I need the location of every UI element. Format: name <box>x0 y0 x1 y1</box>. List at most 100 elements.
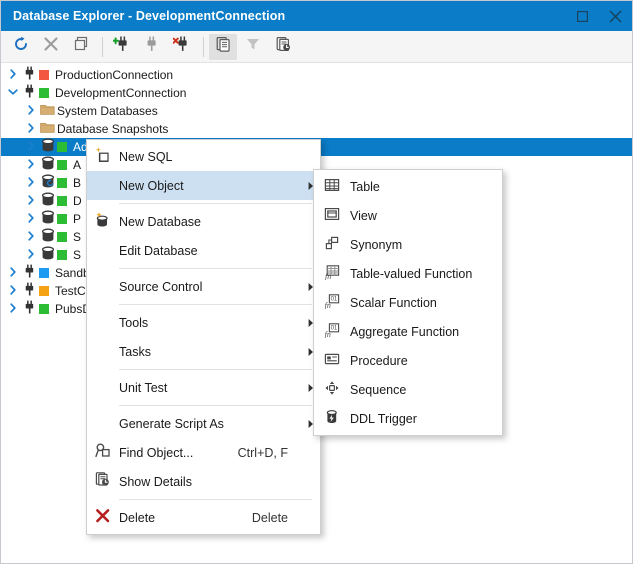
context-menu-item-label: New Database <box>119 214 201 229</box>
submenu-item[interactable]: Sequence <box>314 375 502 404</box>
database-icon <box>41 228 55 246</box>
svg-text:fn: fn <box>325 272 331 280</box>
table-icon <box>324 177 340 196</box>
plug-add-icon <box>112 35 131 58</box>
chevron-right-icon <box>26 176 36 190</box>
tree-item[interactable]: System Databases <box>1 102 632 120</box>
tree-item[interactable]: Database Snapshots <box>1 120 632 138</box>
show-details-icon <box>94 471 112 492</box>
submenu-item[interactable]: View <box>314 201 502 230</box>
disconnect-button[interactable] <box>138 34 166 60</box>
plug-icon <box>21 84 38 102</box>
tree-expander[interactable] <box>5 300 21 318</box>
close-icon <box>609 9 622 23</box>
aggregate-function-icon: 01 fn <box>324 322 340 341</box>
context-menu-item-label: Find Object... <box>119 445 194 460</box>
tree-expander[interactable] <box>5 66 21 84</box>
database-icon <box>41 138 55 156</box>
context-menu-item[interactable]: Source Control <box>87 272 320 301</box>
menu-icon-slot <box>87 373 119 402</box>
context-menu-item-label: Tasks <box>119 344 151 359</box>
tree-expander[interactable] <box>23 120 39 138</box>
tree-expander[interactable] <box>5 282 21 300</box>
status-indicator <box>57 232 67 242</box>
status-indicator <box>39 70 49 80</box>
filter-button[interactable] <box>239 34 267 60</box>
refresh-button[interactable] <box>7 34 35 60</box>
submenu-item[interactable]: Synonym <box>314 230 502 259</box>
object-details-button[interactable] <box>209 33 237 60</box>
tree-expander[interactable] <box>23 210 39 228</box>
table-valued-function-icon: fn <box>314 259 350 288</box>
tree-expander[interactable] <box>23 102 39 120</box>
tree-expander[interactable] <box>23 138 39 156</box>
submenu-item[interactable]: DDL Trigger <box>314 404 502 433</box>
plug-icon <box>21 264 38 282</box>
tree-expander[interactable] <box>23 246 39 264</box>
folder-icon <box>40 121 55 137</box>
database-sync-icon <box>39 174 56 192</box>
close-x-icon <box>43 36 59 57</box>
database-icon <box>39 192 56 210</box>
new-connection-button[interactable] <box>108 34 136 60</box>
plug-icon <box>23 66 37 84</box>
submenu-item[interactable]: 01 fn Aggregate Function <box>314 317 502 346</box>
tree-expander[interactable] <box>5 84 21 102</box>
tree-expander[interactable] <box>23 228 39 246</box>
context-menu-item[interactable]: Find Object... Ctrl+D, F <box>87 438 320 467</box>
context-menu[interactable]: New SQL New Object New Database Edit Databa… <box>86 139 321 535</box>
tree-expander[interactable] <box>5 264 21 282</box>
plug-remove-icon <box>172 35 191 58</box>
database-sync-icon <box>41 174 55 192</box>
copy-icon <box>73 36 89 57</box>
menu-separator <box>119 304 312 305</box>
new-sql-icon <box>94 146 112 167</box>
chevron-right-icon <box>26 194 36 208</box>
chevron-down-icon <box>8 86 18 100</box>
plug-icon <box>23 282 37 300</box>
context-menu-item-label: Tools <box>119 315 149 330</box>
chevron-right-icon <box>26 212 36 226</box>
toolbar-separator-1 <box>102 36 103 57</box>
tree-item-label: DevelopmentConnection <box>55 86 187 100</box>
copy-button[interactable] <box>67 34 95 60</box>
context-menu-item[interactable]: Generate Script As <box>87 409 320 438</box>
find-object-icon <box>87 438 119 467</box>
stop-button[interactable] <box>37 34 65 60</box>
tree-item[interactable]: ProductionConnection <box>1 66 632 84</box>
maximize-button[interactable] <box>566 1 599 31</box>
new-object-submenu[interactable]: Table View Synonym fn Table-valued Function 0… <box>313 169 503 436</box>
remove-connection-button[interactable] <box>168 34 196 60</box>
context-menu-item[interactable]: Tools <box>87 308 320 337</box>
chevron-right-icon <box>8 302 18 316</box>
tree-expander[interactable] <box>23 156 39 174</box>
menu-separator <box>119 405 312 406</box>
status-indicator <box>57 142 67 152</box>
submenu-item[interactable]: Table <box>314 172 502 201</box>
context-menu-item[interactable]: Unit Test <box>87 373 320 402</box>
new-database-icon <box>87 207 119 236</box>
tree-item-label: S <box>73 248 82 262</box>
context-menu-item[interactable]: Tasks <box>87 337 320 366</box>
database-icon <box>39 138 56 156</box>
tree-item[interactable]: DevelopmentConnection <box>1 84 632 102</box>
scalar-function-icon: 01 fn <box>314 288 350 317</box>
context-menu-item[interactable]: Edit Database <box>87 236 320 265</box>
context-menu-item[interactable]: New SQL <box>87 142 320 171</box>
document-pages-icon <box>215 36 232 58</box>
submenu-item[interactable]: Procedure <box>314 346 502 375</box>
tree-expander[interactable] <box>23 174 39 192</box>
submenu-item-label: Aggregate Function <box>350 324 460 339</box>
chevron-right-icon <box>26 104 36 118</box>
folder-icon <box>39 120 56 138</box>
context-menu-item[interactable]: New Object <box>87 171 320 200</box>
tree-item-label: S <box>73 230 82 244</box>
close-button[interactable] <box>599 1 632 31</box>
submenu-item[interactable]: 01 fn Scalar Function <box>314 288 502 317</box>
context-menu-item[interactable]: Show Details <box>87 467 320 496</box>
context-menu-item[interactable]: Delete Delete <box>87 503 320 532</box>
context-menu-item[interactable]: New Database <box>87 207 320 236</box>
history-button[interactable] <box>269 34 297 60</box>
tree-expander[interactable] <box>23 192 39 210</box>
submenu-item[interactable]: fn Table-valued Function <box>314 259 502 288</box>
